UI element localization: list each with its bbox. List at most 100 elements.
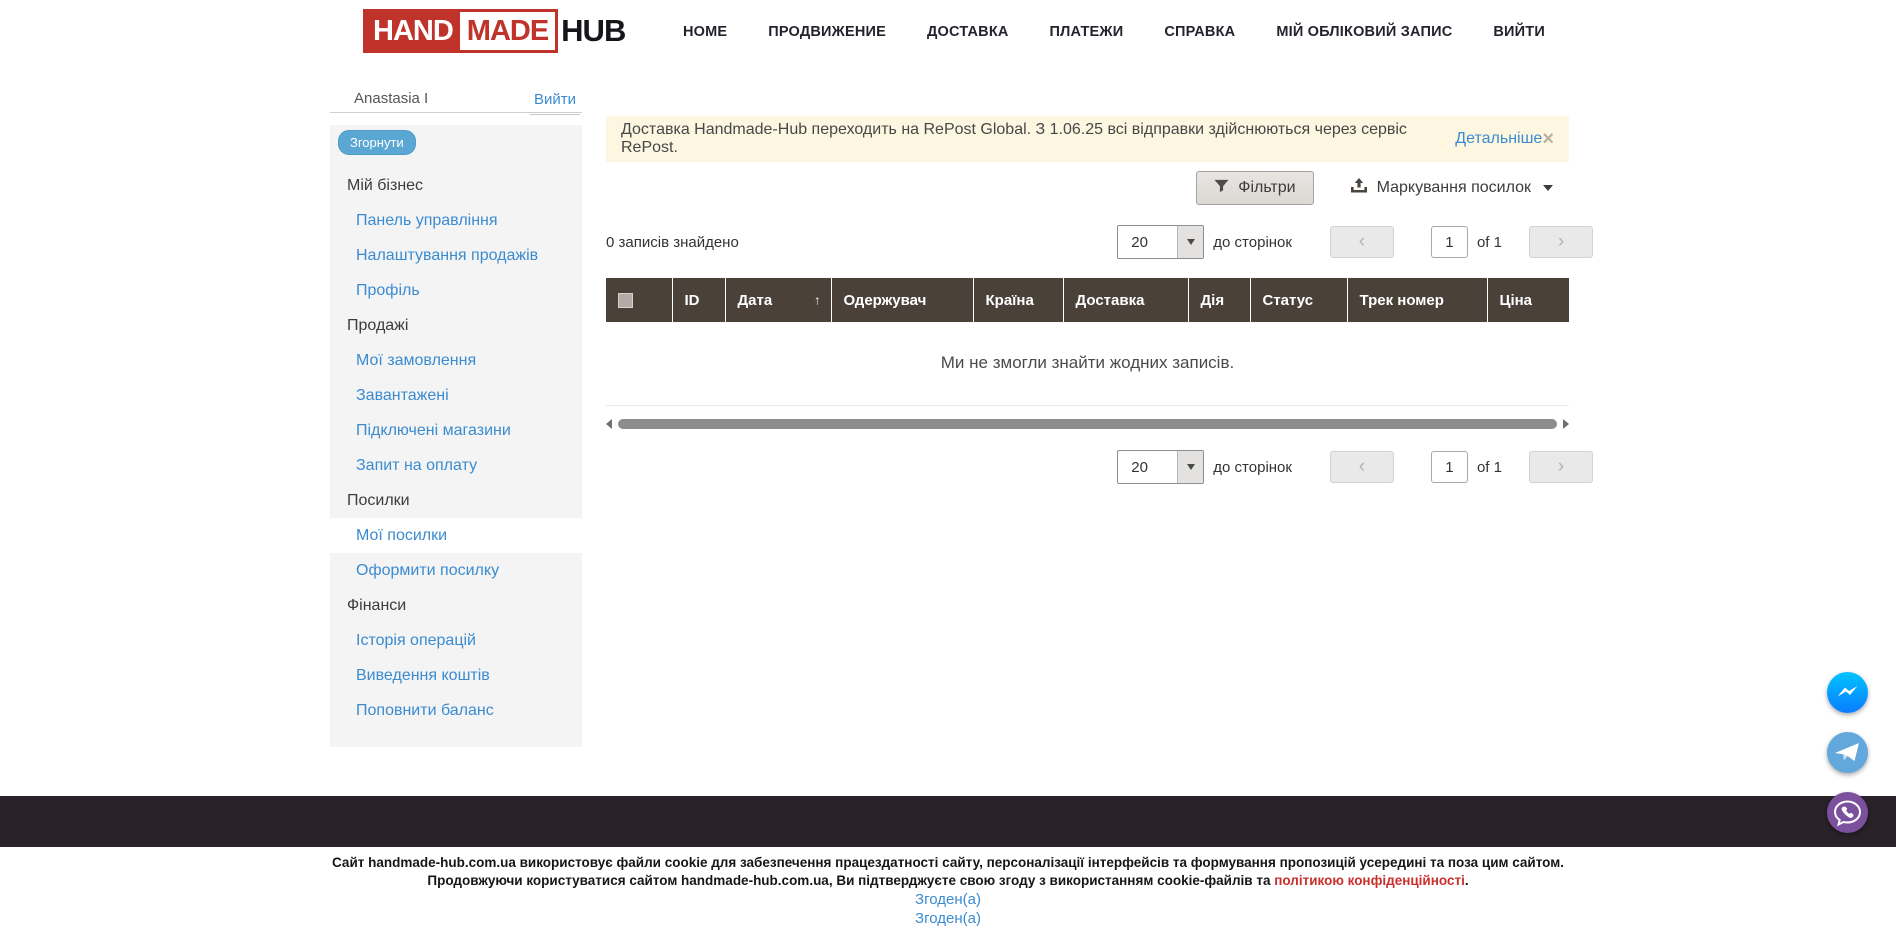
sidebar-item-sales-settings[interactable]: Налаштування продажів (330, 238, 582, 273)
nav-item-home[interactable]: HOME (683, 24, 727, 40)
privacy-policy-link[interactable]: політикою конфіденційності (1274, 873, 1465, 888)
banner-text: Доставка Handmade-Hub переходить на RePo… (621, 121, 1450, 157)
agree-link-row-1: Згоден(а) (0, 891, 1896, 909)
page-size-value: 20 (1118, 226, 1177, 258)
parcel-marking-button[interactable]: Маркування посилок (1350, 178, 1553, 199)
sidebar-item-transactions-history[interactable]: Історія операцій (330, 623, 582, 658)
next-page-button-bottom[interactable]: › (1529, 451, 1593, 483)
column-delivery[interactable]: Доставка (1063, 278, 1188, 322)
logo-red-box: HANDMADE (363, 9, 558, 53)
column-country[interactable]: Країна (973, 278, 1063, 322)
sidebar-item-profile[interactable]: Профіль (330, 273, 582, 308)
repost-notice-banner: Доставка Handmade-Hub переходить на RePo… (606, 116, 1569, 162)
column-date-label: Дата (738, 292, 773, 309)
sidebar-item-connected-stores[interactable]: Підключені магазини (330, 413, 582, 448)
agree-link-2[interactable]: Згоден(а) (915, 910, 981, 927)
page-of-label: of 1 (1477, 234, 1502, 251)
page-size-value: 20 (1118, 451, 1177, 483)
footer-dark-bar (0, 796, 1896, 847)
column-price[interactable]: Ціна (1487, 278, 1569, 322)
sidebar-item-withdraw-funds[interactable]: Виведення коштів (330, 658, 582, 693)
sort-ascending-icon[interactable]: ↑ (814, 293, 821, 308)
user-name: Anastasia I (354, 90, 428, 107)
logo-hub-text: HUB (561, 13, 625, 49)
nav-item-payments[interactable]: ПЛАТЕЖИ (1050, 24, 1124, 40)
close-icon[interactable]: × (1542, 128, 1554, 151)
pagination-bottom: 20 до сторінок ‹ of 1 › (606, 450, 1593, 484)
sidebar-item-my-parcels[interactable]: Мої посилки (330, 518, 582, 553)
filter-funnel-icon (1214, 179, 1229, 198)
page-size-select[interactable]: 20 (1117, 225, 1204, 259)
chevron-down-icon (1543, 185, 1553, 191)
logo-made-text: MADE (460, 12, 555, 50)
horizontal-scrollbar (606, 415, 1569, 433)
column-recipient[interactable]: Одержувач (831, 278, 973, 322)
column-action[interactable]: Дія (1188, 278, 1250, 322)
next-page-button[interactable]: › (1529, 226, 1593, 258)
sidebar-item-control-panel[interactable]: Панель управління (330, 203, 582, 238)
sidebar-section-parcels: Посилки (330, 483, 582, 518)
messenger-icon[interactable] (1827, 672, 1868, 713)
filters-button[interactable]: Фільтри (1196, 171, 1313, 205)
nav-item-help[interactable]: СПРАВКА (1164, 24, 1235, 40)
select-all-checkbox[interactable] (618, 293, 633, 308)
sidebar-section-sales: Продажі (330, 308, 582, 343)
prev-page-button-bottom[interactable]: ‹ (1330, 451, 1394, 483)
nav-item-promotion[interactable]: ПРОДВИЖЕНИЕ (768, 24, 886, 40)
per-page-label: до сторінок (1213, 234, 1292, 251)
nav-item-my-account[interactable]: МІЙ ОБЛІКОВИЙ ЗАПИС (1276, 24, 1452, 40)
column-status[interactable]: Статус (1250, 278, 1347, 322)
viber-icon[interactable] (1827, 792, 1868, 833)
scroll-left-arrow-icon[interactable] (606, 419, 612, 429)
column-track-number[interactable]: Трек номер (1347, 278, 1487, 322)
empty-state-row: Ми не змогли знайти жодних записів. (606, 322, 1569, 405)
parcel-marking-label: Маркування посилок (1377, 179, 1531, 197)
sidebar-item-top-up-balance[interactable]: Поповнити баланс (330, 693, 582, 728)
empty-state-message: Ми не змогли знайти жодних записів. (606, 322, 1569, 405)
logout-link[interactable]: Вийти (530, 91, 580, 115)
page-size-select-bottom[interactable]: 20 (1117, 450, 1204, 484)
page-of-label: of 1 (1477, 459, 1502, 476)
cookie-line2-text: Продовжуючи користуватися сайтом handmad… (427, 873, 1274, 888)
telegram-icon[interactable] (1827, 732, 1868, 773)
collapse-sidebar-button[interactable]: Згорнути (338, 130, 416, 155)
cookie-line2-period: . (1465, 873, 1469, 888)
upload-icon (1350, 178, 1368, 199)
agree-link-1[interactable]: Згоден(а) (915, 891, 981, 908)
parcels-table: ID Дата ↑ Одержувач Країна Доставка Дія С… (606, 278, 1569, 406)
nav-item-logout[interactable]: ВИЙТИ (1493, 24, 1545, 40)
sidebar-menu: Мій бізнес Панель управління Налаштуванн… (330, 168, 582, 728)
select-caret-icon (1177, 451, 1203, 483)
scrollbar-thumb[interactable] (618, 419, 1557, 429)
page-number-input[interactable] (1431, 226, 1468, 258)
sidebar-section-finance: Фінанси (330, 588, 582, 623)
sidebar: Згорнути Мій бізнес Панель управління На… (330, 125, 582, 747)
table-header-row: ID Дата ↑ Одержувач Країна Доставка Дія С… (606, 278, 1569, 322)
nav-item-delivery[interactable]: ДОСТАВКА (927, 24, 1009, 40)
cookie-notice: Сайт handmade-hub.com.ua використовує фа… (0, 854, 1896, 890)
column-date[interactable]: Дата ↑ (725, 278, 831, 322)
agree-link-row-2: Згоден(а) (0, 910, 1896, 928)
pagination-top: 20 до сторінок ‹ of 1 › (1117, 225, 1593, 259)
per-page-label: до сторінок (1213, 459, 1292, 476)
sidebar-item-payment-request[interactable]: Запит на оплату (330, 448, 582, 483)
column-id[interactable]: ID (672, 278, 725, 322)
sidebar-user-row: Anastasia I Вийти (330, 84, 582, 113)
banner-details-link[interactable]: Детальніше (1455, 130, 1542, 148)
sidebar-item-my-orders[interactable]: Мої замовлення (330, 343, 582, 378)
sidebar-item-uploaded[interactable]: Завантажені (330, 378, 582, 413)
select-caret-icon (1177, 226, 1203, 258)
sidebar-section-my-business: Мій бізнес (330, 168, 582, 203)
records-summary-row: 0 записів знайдено 20 до сторінок ‹ of 1… (606, 225, 1593, 259)
top-header: HANDMADE HUB HOME ПРОДВИЖЕНИЕ ДОСТАВКА П… (0, 0, 1896, 63)
parcels-toolbar: Фільтри Маркування посилок (606, 171, 1569, 205)
page-number-input-bottom[interactable] (1431, 451, 1468, 483)
header-checkbox-cell (606, 278, 672, 322)
prev-page-button[interactable]: ‹ (1330, 226, 1394, 258)
main-nav: HOME ПРОДВИЖЕНИЕ ДОСТАВКА ПЛАТЕЖИ СПРАВК… (683, 0, 1545, 63)
cookie-notice-line2: Продовжуючи користуватися сайтом handmad… (0, 872, 1896, 890)
cookie-notice-line1: Сайт handmade-hub.com.ua використовує фа… (0, 854, 1896, 872)
sidebar-item-create-parcel[interactable]: Оформити посилку (330, 553, 582, 588)
handmade-hub-logo[interactable]: HANDMADE HUB (363, 9, 625, 53)
scroll-right-arrow-icon[interactable] (1563, 419, 1569, 429)
